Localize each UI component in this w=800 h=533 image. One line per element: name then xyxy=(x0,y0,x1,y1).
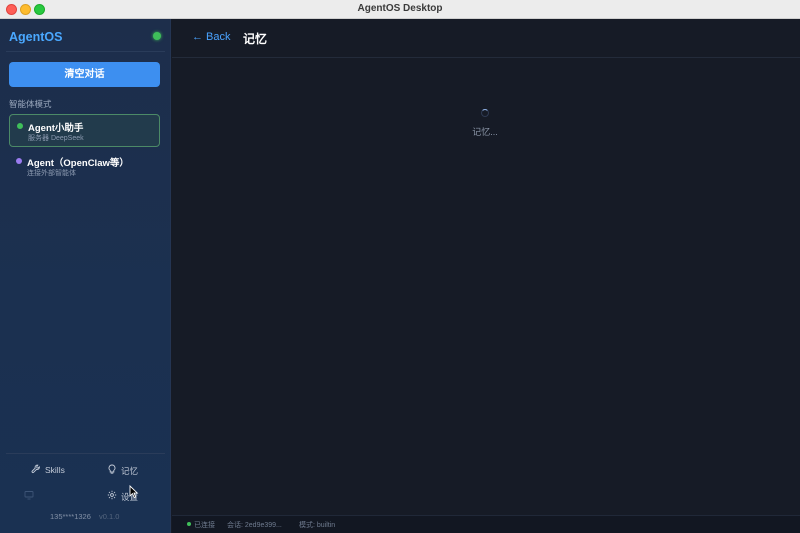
agent-item-external[interactable]: Agent（OpenClaw等） 连接外部智能体 xyxy=(9,150,160,183)
mouse-cursor-icon xyxy=(129,485,139,499)
wrench-icon xyxy=(31,464,40,474)
connection-status-icon xyxy=(153,32,161,40)
nav-skills-label: Skills xyxy=(45,465,65,475)
brand-logo: AgentOS xyxy=(9,30,63,44)
back-button[interactable]: ← Back xyxy=(192,31,231,43)
status-dot-icon xyxy=(16,158,22,164)
agent-item-assistant[interactable]: Agent小助手 服务器 DeepSeek xyxy=(9,114,160,147)
clear-chat-button[interactable]: 清空对话 xyxy=(9,62,160,87)
divider xyxy=(6,453,165,454)
agent-subtitle: 连接外部智能体 xyxy=(27,170,76,177)
connection-status: 已连接 xyxy=(194,522,215,529)
app-window: AgentOS Desktop AgentOS 清空对话 智能体模式 Agent… xyxy=(0,0,800,533)
gear-icon xyxy=(107,490,117,500)
loading-spinner-icon xyxy=(481,109,489,117)
status-dot-icon xyxy=(17,123,23,129)
agent-subtitle: 服务器 DeepSeek xyxy=(28,135,84,142)
divider xyxy=(172,57,800,58)
mode-indicator: 模式: builtin xyxy=(299,522,336,529)
connected-dot-icon xyxy=(187,522,191,526)
divider xyxy=(6,51,165,52)
loading-text: 记忆... xyxy=(472,127,498,137)
main-panel: ← Back 记忆 记忆... 已连接 会话: 2ed9e399... 模式: … xyxy=(172,19,800,533)
status-bar: 已连接 会话: 2ed9e399... 模式: builtin xyxy=(172,515,800,533)
page-title: 记忆 xyxy=(243,32,268,46)
user-phone: 135****1326 xyxy=(50,512,91,521)
window-title: AgentOS Desktop xyxy=(357,3,443,14)
session-id: 会话: 2ed9e399... xyxy=(227,522,282,529)
monitor-icon xyxy=(24,491,34,500)
nav-memory-label: 记忆 xyxy=(121,466,139,476)
sidebar: AgentOS 清空对话 智能体模式 Agent小助手 服务器 DeepSeek… xyxy=(0,19,171,533)
agent-name: Agent小助手 xyxy=(28,123,84,134)
title-bar: AgentOS Desktop xyxy=(0,0,800,19)
agent-name: Agent（OpenClaw等） xyxy=(27,158,129,169)
section-label-agent-mode: 智能体模式 xyxy=(9,99,52,109)
lightbulb-icon xyxy=(108,464,116,474)
app-version: v0.1.0 xyxy=(99,512,120,521)
